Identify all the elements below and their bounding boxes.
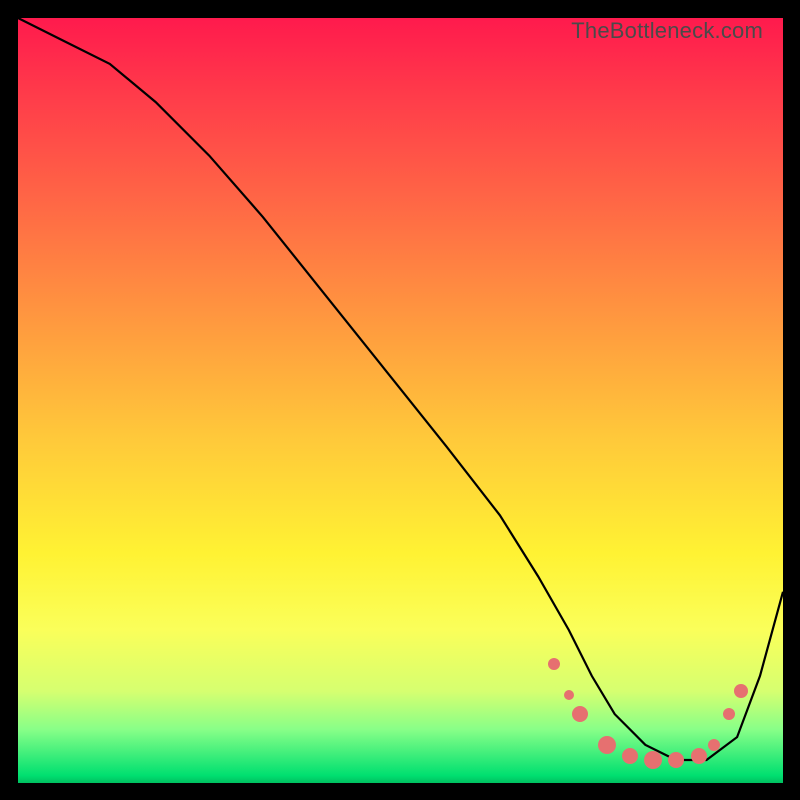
chart-plot-area: TheBottleneck.com [18, 18, 783, 783]
chart-marker [622, 748, 638, 764]
chart-marker [734, 684, 748, 698]
chart-marker [723, 708, 735, 720]
chart-marker [564, 690, 574, 700]
chart-marker [598, 736, 616, 754]
chart-marker [691, 748, 707, 764]
chart-marker [572, 706, 588, 722]
chart-curve [18, 18, 783, 783]
chart-marker [668, 752, 684, 768]
chart-marker [644, 751, 662, 769]
chart-marker [548, 658, 560, 670]
chart-marker [708, 739, 720, 751]
